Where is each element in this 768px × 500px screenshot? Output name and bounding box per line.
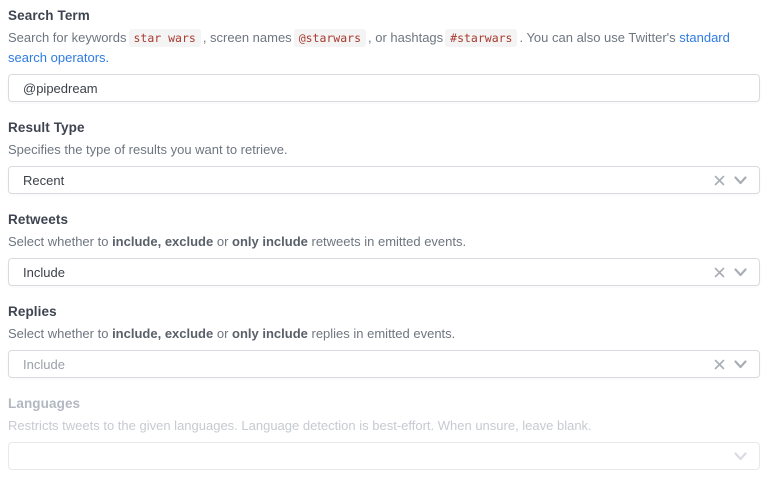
- desc-text: Search for keywords: [8, 30, 127, 45]
- field-result-type: Result Type Specifies the type of result…: [8, 119, 760, 194]
- result-type-select[interactable]: Recent: [8, 166, 760, 194]
- result-type-value: Recent: [23, 173, 714, 188]
- field-retweets: Retweets Select whether to include, excl…: [8, 211, 760, 286]
- field-replies: Replies Select whether to include, exclu…: [8, 303, 760, 378]
- chevron-down-icon[interactable]: [734, 268, 747, 277]
- retweets-label: Retweets: [8, 211, 760, 228]
- retweets-value: Include: [23, 265, 714, 280]
- desc-text: . You can also use Twitter's: [519, 30, 675, 45]
- result-type-description: Specifies the type of results you want t…: [8, 140, 760, 160]
- replies-value: Include: [23, 357, 714, 372]
- search-term-description: Search for keywordsstar wars, screen nam…: [8, 28, 760, 68]
- replies-select[interactable]: Include: [8, 350, 760, 378]
- languages-select[interactable]: [8, 442, 760, 470]
- chevron-down-icon[interactable]: [734, 360, 747, 369]
- code-token-hashtag: #starwars: [445, 29, 517, 47]
- languages-label: Languages: [8, 395, 760, 412]
- retweets-select[interactable]: Include: [8, 258, 760, 286]
- search-term-input-wrap: [8, 74, 760, 102]
- clear-icon[interactable]: [714, 359, 725, 370]
- code-token-screen-name: @starwars: [294, 29, 366, 47]
- replies-label: Replies: [8, 303, 760, 320]
- replies-description: Select whether to include, exclude or on…: [8, 324, 760, 344]
- chevron-down-icon: [734, 452, 747, 461]
- field-languages: Languages Restricts tweets to the given …: [8, 395, 760, 470]
- search-term-input[interactable]: [9, 75, 759, 101]
- code-token-keywords: star wars: [129, 29, 201, 47]
- result-type-label: Result Type: [8, 119, 760, 136]
- search-term-label: Search Term: [8, 7, 760, 24]
- chevron-down-icon[interactable]: [734, 176, 747, 185]
- twitter-source-config-form: Search Term Search for keywordsstar wars…: [0, 0, 768, 470]
- desc-text: , screen names: [203, 30, 292, 45]
- clear-icon[interactable]: [714, 267, 725, 278]
- field-search-term: Search Term Search for keywordsstar wars…: [8, 7, 760, 102]
- languages-description: Restricts tweets to the given languages.…: [8, 416, 760, 436]
- desc-text: , or hashtags: [368, 30, 443, 45]
- clear-icon[interactable]: [714, 175, 725, 186]
- retweets-description: Select whether to include, exclude or on…: [8, 232, 760, 252]
